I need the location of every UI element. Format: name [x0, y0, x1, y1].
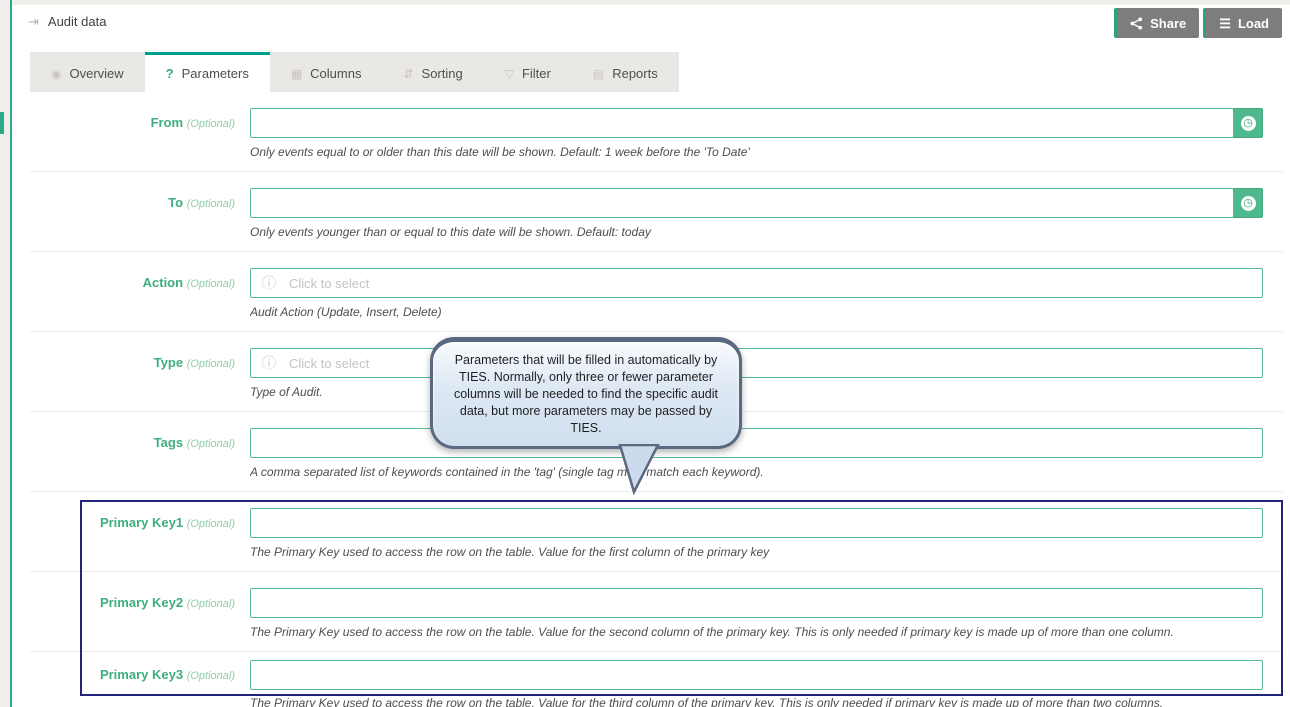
share-icon	[1130, 17, 1143, 30]
type-help-text: Type of Audit.	[250, 385, 1271, 399]
form-row-from: From (Optional) ◷ Only events equal to o…	[30, 92, 1283, 172]
primary-key3-input[interactable]	[250, 660, 1263, 690]
callout-tail	[612, 444, 668, 496]
from-help-text: Only events equal to or older than this …	[250, 145, 1271, 159]
overview-icon: ◉	[51, 68, 61, 80]
primary-key1-input[interactable]	[250, 508, 1263, 538]
tab-reports[interactable]: ▤ Reports	[572, 52, 679, 92]
from-input-wrap: ◷	[250, 108, 1263, 138]
tab-filter-label: Filter	[522, 66, 551, 81]
form-row-action: Action (Optional) ⓘ Audit Action (Update…	[30, 252, 1283, 332]
primary-key2-input[interactable]	[250, 588, 1263, 618]
to-label-text: To	[168, 195, 183, 210]
type-input-wrap: ⓘ	[250, 348, 1263, 378]
tab-overview[interactable]: ◉ Overview	[30, 52, 145, 92]
share-button-label: Share	[1150, 16, 1186, 31]
to-input-wrap: ◷	[250, 188, 1263, 218]
tab-sorting-label: Sorting	[422, 66, 463, 81]
primary-key3-label: Primary Key3 (Optional)	[30, 667, 235, 682]
tab-parameters[interactable]: ? Parameters	[145, 52, 270, 92]
tags-optional-text: (Optional)	[187, 438, 235, 450]
tab-parameters-label: Parameters	[182, 66, 249, 81]
load-button-label: Load	[1238, 16, 1269, 31]
type-label: Type (Optional)	[30, 355, 235, 370]
primary-key2-label-text: Primary Key2	[100, 595, 183, 610]
tab-reports-label: Reports	[612, 66, 658, 81]
from-optional-text: (Optional)	[187, 118, 235, 130]
primary-key2-input-wrap	[250, 588, 1263, 618]
form-row-to: To (Optional) ◷ Only events younger than…	[30, 172, 1283, 252]
sort-icon: ⇵	[403, 68, 413, 80]
primary-key1-input-wrap	[250, 508, 1263, 538]
from-input[interactable]	[250, 108, 1234, 138]
to-input[interactable]	[250, 188, 1234, 218]
tags-help-text: A comma separated list of keywords conta…	[250, 465, 1271, 479]
to-label: To (Optional)	[30, 195, 235, 210]
tab-bar: ◉ Overview ? Parameters ▦ Columns ⇵ Sort…	[30, 52, 679, 92]
to-datepicker-button[interactable]: ◷	[1233, 188, 1263, 218]
type-select-input[interactable]	[250, 348, 1263, 378]
tags-input-wrap	[250, 428, 1263, 458]
left-gutter	[0, 0, 10, 707]
from-label: From (Optional)	[30, 115, 235, 130]
question-mark-icon: ?	[166, 67, 174, 80]
form-row-primary-key2: Primary Key2 (Optional) The Primary Key …	[30, 572, 1283, 652]
form-row-primary-key1: Primary Key1 (Optional) The Primary Key …	[30, 492, 1283, 572]
share-button[interactable]: Share	[1114, 8, 1199, 38]
tags-label-text: Tags	[154, 435, 183, 450]
action-help-text: Audit Action (Update, Insert, Delete)	[250, 305, 1271, 319]
enter-arrow-icon: ⇥	[28, 15, 39, 28]
action-input-wrap: ⓘ	[250, 268, 1263, 298]
primary-key3-input-wrap	[250, 660, 1263, 690]
from-datepicker-button[interactable]: ◷	[1233, 108, 1263, 138]
to-optional-text: (Optional)	[187, 198, 235, 210]
reports-icon: ▤	[593, 68, 604, 80]
from-label-text: From	[151, 115, 184, 130]
tab-overview-label: Overview	[69, 66, 123, 81]
left-accent-line	[10, 0, 12, 707]
columns-icon: ▦	[291, 68, 302, 80]
load-button[interactable]: ☰ Load	[1203, 8, 1282, 38]
tags-label: Tags (Optional)	[30, 435, 235, 450]
primary-key3-help-text: The Primary Key used to access the row o…	[250, 696, 1271, 707]
parameters-callout: Parameters that will be filled in automa…	[430, 337, 742, 449]
primary-key1-optional-text: (Optional)	[187, 518, 235, 530]
tab-columns[interactable]: ▦ Columns	[270, 52, 383, 92]
primary-key2-optional-text: (Optional)	[187, 598, 235, 610]
to-help-text: Only events younger than or equal to thi…	[250, 225, 1271, 239]
tab-filter[interactable]: ▽ Filter	[484, 52, 572, 92]
action-optional-text: (Optional)	[187, 278, 235, 290]
primary-key1-label-text: Primary Key1	[100, 515, 183, 530]
filter-funnel-icon: ▽	[505, 68, 514, 80]
clock-icon: ◷	[1241, 116, 1256, 131]
action-select-input[interactable]	[250, 268, 1263, 298]
top-gutter	[0, 0, 1290, 5]
primary-key3-optional-text: (Optional)	[187, 670, 235, 682]
action-label: Action (Optional)	[30, 275, 235, 290]
primary-key3-label-text: Primary Key3	[100, 667, 183, 682]
type-label-text: Type	[154, 355, 183, 370]
tab-sorting[interactable]: ⇵ Sorting	[382, 52, 483, 92]
header-buttons: Share ☰ Load	[1114, 8, 1282, 38]
callout-bubble: Parameters that will be filled in automa…	[430, 337, 742, 449]
audit-data-page: ⇥ Audit data Share ☰ Load ◉ Overview ? P…	[0, 0, 1290, 707]
primary-key1-label: Primary Key1 (Optional)	[30, 515, 235, 530]
primary-key2-help-text: The Primary Key used to access the row o…	[250, 625, 1271, 639]
clock-icon: ◷	[1241, 196, 1256, 211]
primary-key1-help-text: The Primary Key used to access the row o…	[250, 545, 1271, 559]
type-optional-text: (Optional)	[187, 358, 235, 370]
form-row-primary-key3: Primary Key3 (Optional) The Primary Key …	[30, 652, 1283, 707]
menu-list-icon: ☰	[1219, 17, 1231, 30]
tab-columns-label: Columns	[310, 66, 361, 81]
primary-key2-label: Primary Key2 (Optional)	[30, 595, 235, 610]
page-title-row: ⇥ Audit data	[28, 14, 106, 29]
tags-input[interactable]	[250, 428, 1263, 458]
scrollbar-thumb[interactable]	[0, 112, 4, 134]
action-label-text: Action	[143, 275, 183, 290]
page-title: Audit data	[48, 14, 107, 29]
